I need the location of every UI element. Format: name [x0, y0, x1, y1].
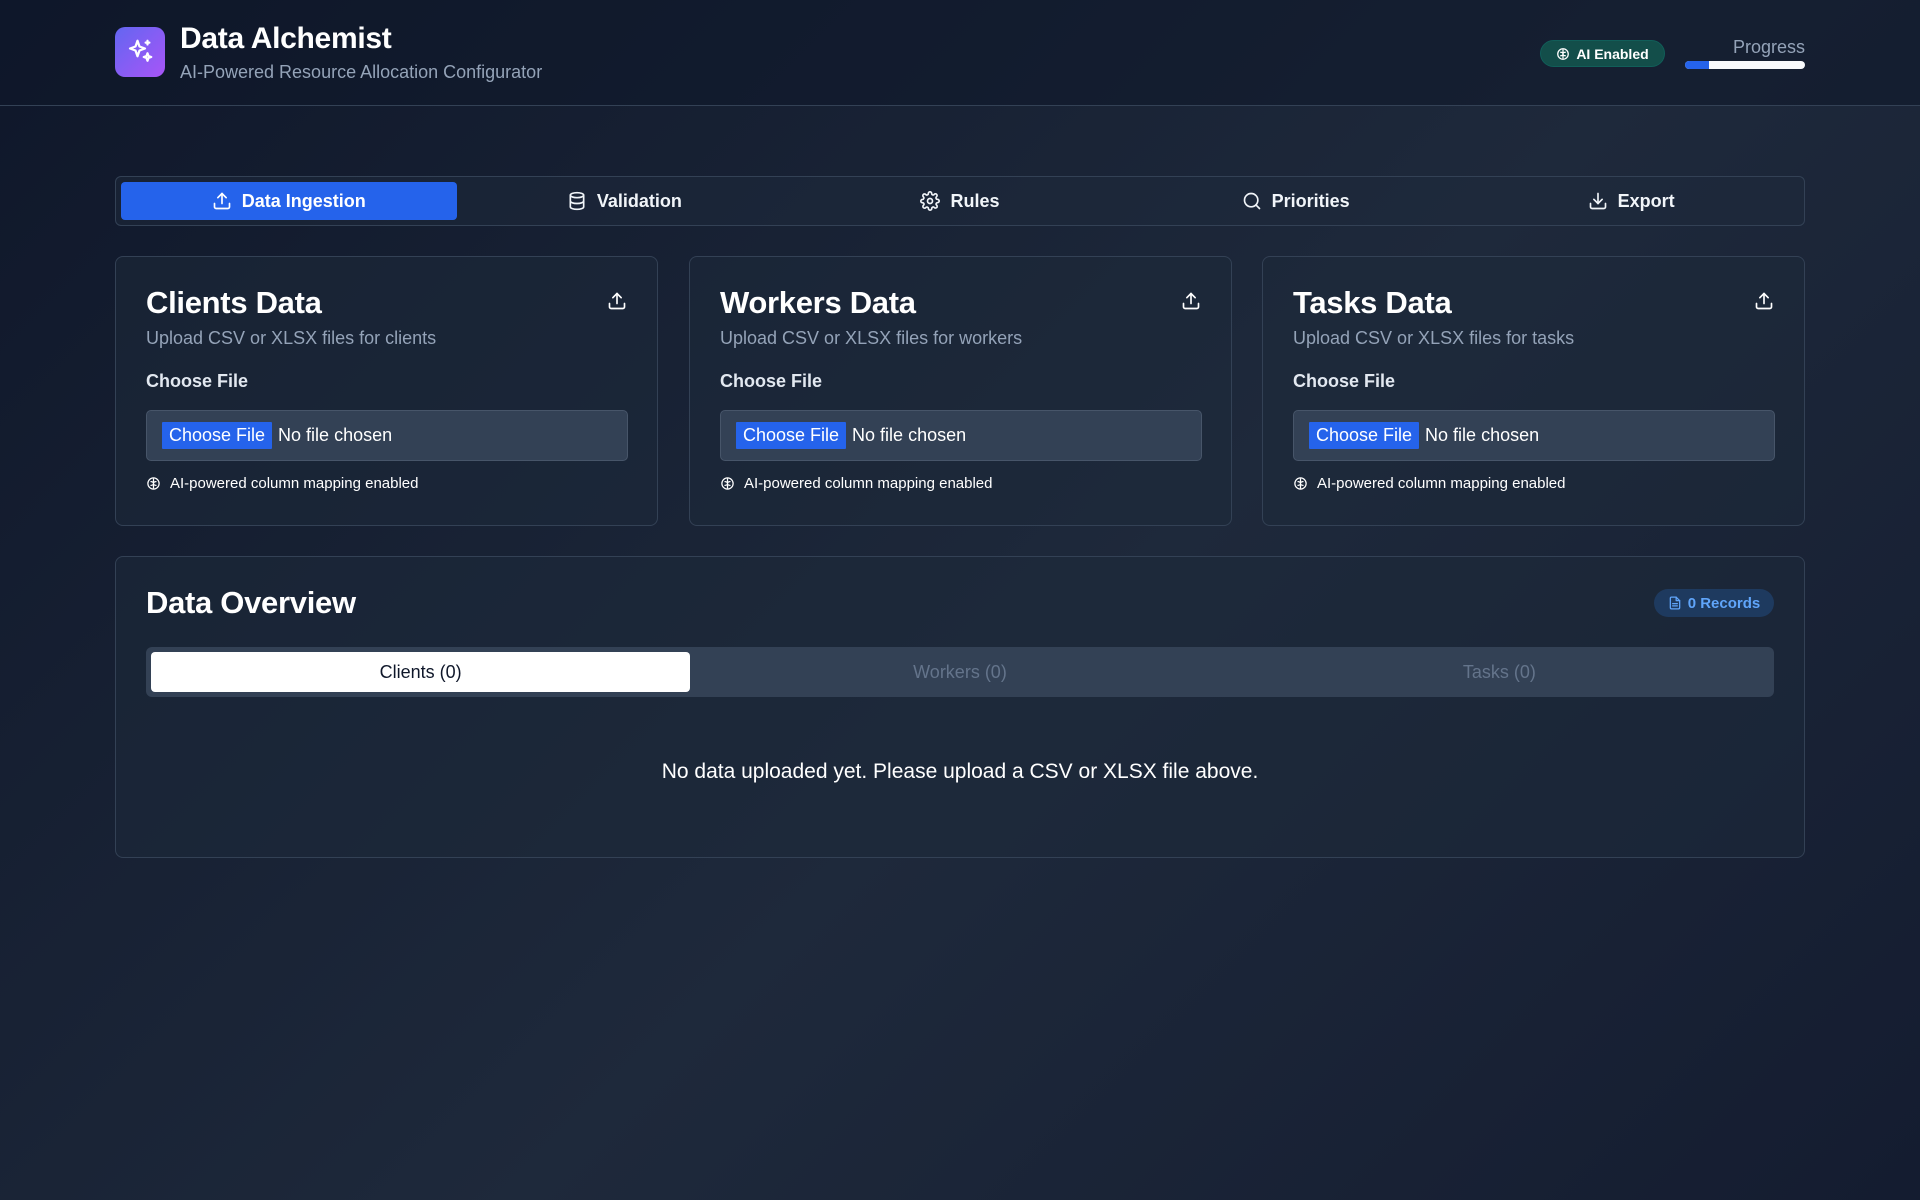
file-input-label: Choose File — [720, 371, 823, 391]
overview-title: Data Overview — [146, 585, 356, 620]
progress-label: Progress — [1732, 37, 1805, 57]
tab-label: Export — [1617, 190, 1675, 211]
file-input-label: Choose File — [1293, 371, 1396, 391]
tab-label: Validation — [596, 190, 682, 211]
empty-state-message: No data uploaded yet. Please upload a CS… — [661, 760, 1259, 783]
data-overview-panel: Data Overview 0 Records Clients (0) Work… — [115, 556, 1805, 858]
brain-icon — [1556, 47, 1570, 61]
upload-icon — [1181, 291, 1201, 311]
database-icon — [567, 191, 587, 211]
ai-mapping-note: AI-powered column mapping enabled — [146, 475, 419, 492]
file-status: No file chosen — [852, 425, 967, 445]
card-description: Upload CSV or XLSX files for tasks — [1293, 328, 1575, 348]
records-badge: 0 Records — [1654, 589, 1774, 617]
choose-file-button[interactable]: Choose File — [736, 422, 847, 449]
file-status: No file chosen — [1425, 425, 1540, 445]
tab-priorities[interactable]: Priorities — [1128, 182, 1464, 220]
progress-bar — [1685, 61, 1805, 69]
ai-badge-label: AI Enabled — [1576, 45, 1649, 62]
note-text: AI-powered column mapping enabled — [744, 475, 993, 492]
upload-icon — [1754, 291, 1774, 311]
tasks-upload-card: Tasks Data Upload CSV or XLSX files for … — [1262, 256, 1805, 526]
download-icon — [1588, 191, 1608, 211]
workers-file-input[interactable]: Choose File No file chosen — [720, 410, 1202, 461]
brain-icon — [720, 476, 735, 491]
upload-icon — [607, 291, 627, 311]
note-text: AI-powered column mapping enabled — [1317, 475, 1566, 492]
choose-file-button[interactable]: Choose File — [1309, 422, 1420, 449]
upload-icon — [212, 191, 232, 211]
app-header: Data Alchemist AI-Powered Resource Alloc… — [0, 0, 1920, 106]
card-description: Upload CSV or XLSX files for clients — [146, 328, 437, 348]
ai-enabled-badge: AI Enabled — [1540, 40, 1665, 67]
tasks-file-input[interactable]: Choose File No file chosen — [1293, 410, 1775, 461]
main-tabs: Data Ingestion Validation Rules Prioriti… — [115, 176, 1805, 226]
brain-icon — [1293, 476, 1308, 491]
tab-clients[interactable]: Clients (0) — [151, 652, 691, 692]
records-count: 0 Records — [1687, 594, 1761, 612]
sparkles-icon — [115, 27, 165, 77]
app-subtitle: AI-Powered Resource Allocation Configura… — [180, 62, 543, 82]
tab-validation[interactable]: Validation — [457, 182, 793, 220]
choose-file-button[interactable]: Choose File — [162, 422, 273, 449]
tab-rules[interactable]: Rules — [792, 182, 1128, 220]
tab-tasks[interactable]: Tasks (0) — [1230, 652, 1769, 692]
gear-icon — [920, 191, 941, 211]
ai-mapping-note: AI-powered column mapping enabled — [1293, 475, 1566, 492]
progress-fill — [1685, 61, 1709, 69]
overview-tabs: Clients (0) Workers (0) Tasks (0) — [146, 647, 1774, 697]
card-title: Workers Data — [720, 285, 916, 320]
card-title: Clients Data — [146, 285, 322, 320]
tab-label: Data Ingestion — [241, 190, 366, 211]
card-title: Tasks Data — [1293, 285, 1452, 320]
workers-upload-card: Workers Data Upload CSV or XLSX files fo… — [689, 256, 1232, 526]
note-text: AI-powered column mapping enabled — [170, 475, 419, 492]
tab-label: Rules — [950, 190, 1000, 211]
tab-export[interactable]: Export — [1463, 182, 1799, 220]
clients-file-input[interactable]: Choose File No file chosen — [146, 410, 628, 461]
file-text-icon — [1668, 596, 1682, 610]
tab-label: Priorities — [1271, 190, 1350, 211]
file-input-label: Choose File — [146, 371, 249, 391]
search-icon — [1242, 191, 1262, 211]
tab-data-ingestion[interactable]: Data Ingestion — [121, 182, 457, 220]
app-title: Data Alchemist — [180, 22, 392, 55]
file-status: No file chosen — [278, 425, 393, 445]
tab-workers[interactable]: Workers (0) — [690, 652, 1229, 692]
ai-mapping-note: AI-powered column mapping enabled — [720, 475, 993, 492]
brain-icon — [146, 476, 161, 491]
card-description: Upload CSV or XLSX files for workers — [720, 328, 1023, 348]
clients-upload-card: Clients Data Upload CSV or XLSX files fo… — [115, 256, 658, 526]
